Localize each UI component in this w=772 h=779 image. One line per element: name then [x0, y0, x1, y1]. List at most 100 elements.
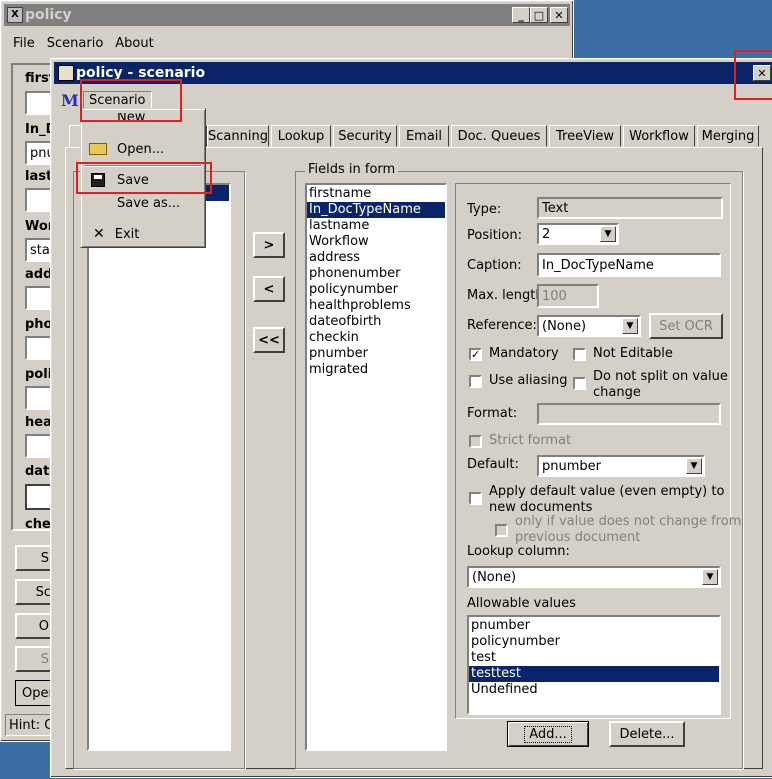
mandatory-checkbox[interactable]: ✓: [469, 348, 482, 361]
menu-item-exit-label: Exit: [114, 226, 140, 242]
allowable-item[interactable]: pnumber: [469, 618, 719, 634]
default-select[interactable]: pnumber ▼: [537, 455, 705, 477]
side-button-1[interactable]: S: [15, 545, 55, 571]
format-input[interactable]: [537, 403, 721, 425]
field-item[interactable]: pnumber: [307, 346, 445, 362]
reference-label: Reference:: [467, 318, 537, 333]
tab-treeview[interactable]: TreeView: [549, 125, 621, 147]
available-fields-list[interactable]: [87, 183, 231, 751]
tab-treeview-label: TreeView: [556, 128, 614, 144]
app-icon: X: [7, 7, 23, 23]
tab-security[interactable]: Security: [333, 125, 397, 147]
caption-value: In_DocTypeName: [542, 257, 654, 273]
tab-doc-queues-label: Doc. Queues: [457, 128, 541, 144]
maxlength-input[interactable]: 100: [537, 284, 599, 308]
apply-default-label-2: new documents: [489, 500, 593, 515]
highlight-scenario-menu: [80, 79, 182, 122]
reference-value: (None): [542, 318, 587, 334]
policy-titlebar[interactable]: X policy _ □ ✕: [4, 4, 570, 26]
field-item[interactable]: checkin: [307, 330, 445, 346]
scenario-app-icon: [58, 65, 74, 81]
policy-window-title: policy: [25, 7, 72, 23]
set-ocr-button[interactable]: Set OCR: [649, 313, 723, 339]
allowable-item-selected[interactable]: testtest: [469, 666, 719, 682]
field-item[interactable]: Workflow: [307, 234, 445, 250]
chevron-down-icon[interactable]: ▼: [702, 569, 718, 585]
field-item[interactable]: dateofbirth: [307, 314, 445, 330]
tab-workflow-label: Workflow: [629, 128, 689, 144]
no-split-checkbox[interactable]: [573, 377, 586, 390]
lookup-column-label: Lookup column:: [467, 544, 570, 559]
tab-merging[interactable]: Merging: [697, 125, 759, 147]
tab-workflow[interactable]: Workflow: [623, 125, 695, 147]
menu-item-exit[interactable]: ✕ Exit: [81, 222, 205, 246]
side-label-pho: pho: [25, 317, 53, 332]
reference-select[interactable]: (None) ▼: [537, 315, 641, 337]
field-item[interactable]: firstname: [307, 186, 445, 202]
type-label: Type:: [467, 202, 502, 217]
field-item[interactable]: policynumber: [307, 282, 445, 298]
tab-scanning[interactable]: Scanning: [207, 125, 269, 147]
only-if-checkbox[interactable]: [495, 524, 508, 537]
set-ocr-label: Set OCR: [659, 318, 713, 334]
maximize-button[interactable]: □: [530, 7, 548, 23]
side-button-3[interactable]: O: [15, 613, 55, 639]
scenario-logo-icon: M: [61, 91, 79, 110]
position-value: 2: [542, 226, 551, 242]
tab-lookup[interactable]: Lookup: [271, 125, 331, 147]
tab-security-label: Security: [338, 128, 392, 144]
allowable-item[interactable]: test: [469, 650, 719, 666]
no-split-label-1: Do not split on value: [593, 369, 728, 384]
mandatory-label: Mandatory: [489, 346, 559, 361]
side-button-2-label: Sc: [35, 584, 51, 600]
minimize-button[interactable]: _: [512, 7, 530, 23]
type-value: Text: [542, 200, 569, 216]
chevron-down-icon[interactable]: ▼: [600, 226, 616, 242]
strict-format-checkbox[interactable]: [469, 435, 482, 448]
menu-about[interactable]: About: [109, 36, 159, 51]
open-button[interactable]: Oper: [15, 680, 55, 706]
menu-item-save-as[interactable]: Save as...: [81, 191, 205, 215]
field-item[interactable]: migrated: [307, 362, 445, 378]
field-item-selected[interactable]: In_DocTypeName: [307, 202, 445, 218]
use-aliasing-checkbox[interactable]: [469, 375, 482, 388]
menu-file[interactable]: File: [7, 36, 41, 51]
allowable-item[interactable]: Undefined: [469, 682, 719, 698]
close-button[interactable]: ✕: [550, 7, 568, 23]
position-select[interactable]: 2 ▼: [537, 223, 619, 245]
not-editable-checkbox[interactable]: [573, 348, 586, 361]
tab-email[interactable]: Email: [399, 125, 449, 147]
menu-scenario[interactable]: Scenario: [41, 36, 110, 51]
side-button-2[interactable]: Sc: [15, 579, 55, 605]
fields-in-form-list[interactable]: firstname In_DocTypeName lastname Workfl…: [305, 183, 447, 751]
add-button[interactable]: Add...: [507, 721, 589, 747]
chevron-down-icon[interactable]: ▼: [686, 458, 702, 474]
only-if-label-2: previous document: [515, 530, 641, 545]
side-label-last: last: [25, 169, 53, 184]
format-label: Format:: [467, 406, 518, 421]
move-left-button[interactable]: <: [253, 276, 285, 302]
field-item[interactable]: address: [307, 250, 445, 266]
field-item[interactable]: lastname: [307, 218, 445, 234]
move-right-button[interactable]: >: [253, 232, 285, 258]
field-item[interactable]: phonenumber: [307, 266, 445, 282]
caption-label: Caption:: [467, 258, 522, 273]
tab-email-label: Email: [405, 128, 443, 144]
side-label-che: che: [25, 517, 51, 532]
allowable-values-list[interactable]: pnumber policynumber test testtest Undef…: [467, 615, 721, 715]
lookup-column-value: (None): [472, 569, 517, 585]
caption-input[interactable]: In_DocTypeName: [537, 253, 721, 277]
field-item[interactable]: healthproblems: [307, 298, 445, 314]
tab-doc-queues[interactable]: Doc. Queues: [451, 125, 547, 147]
delete-button[interactable]: Delete...: [609, 721, 685, 747]
allowable-item[interactable]: policynumber: [469, 634, 719, 650]
chevron-down-icon[interactable]: ▼: [622, 318, 638, 334]
close-icon: ✕: [93, 226, 105, 242]
menu-item-open[interactable]: Open...: [81, 137, 205, 161]
add-button-label: Add...: [524, 725, 572, 743]
apply-default-checkbox[interactable]: [469, 492, 482, 505]
lookup-column-select[interactable]: (None) ▼: [467, 566, 721, 588]
side-button-4[interactable]: S: [15, 646, 55, 672]
move-all-left-button[interactable]: <<: [253, 327, 285, 353]
side-label-hea: hea: [25, 415, 52, 430]
